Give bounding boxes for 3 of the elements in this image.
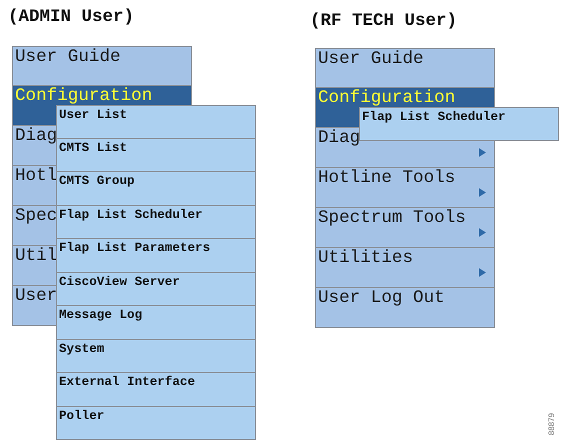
figure-number: 88879 (547, 412, 556, 435)
panel-title: (ADMIN User) (8, 7, 134, 27)
panel-title: (RF TECH User) (310, 11, 458, 31)
